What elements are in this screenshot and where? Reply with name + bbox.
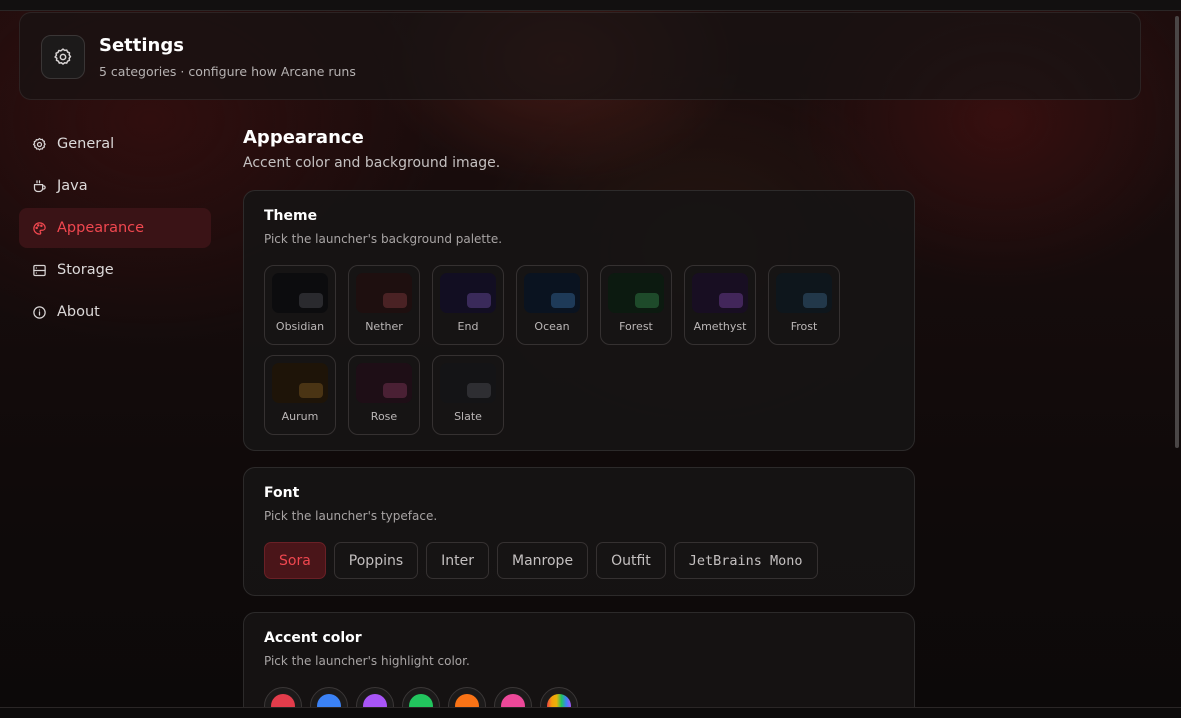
theme-option-label: Ocean [534, 320, 570, 333]
theme-option-nether[interactable]: Nether [348, 265, 420, 345]
window-top-bar [0, 0, 1181, 11]
coffee-cup-icon [31, 178, 47, 194]
gear-icon [31, 136, 47, 152]
scrollbar-thumb[interactable] [1175, 16, 1179, 448]
theme-option-forest[interactable]: Forest [600, 265, 672, 345]
theme-option-slate[interactable]: Slate [432, 355, 504, 435]
card-title: Theme [264, 208, 318, 224]
theme-option-label: End [457, 320, 479, 333]
sidebar-item-label: Storage [57, 262, 114, 278]
theme-option-label: Nether [365, 320, 403, 333]
theme-option-rose[interactable]: Rose [348, 355, 420, 435]
theme-option-label: Obsidian [275, 320, 325, 333]
sidebar-item-label: General [57, 136, 115, 152]
page-subtitle: 5 categories · configure how Arcane runs [99, 64, 356, 79]
theme-option-amethyst[interactable]: Amethyst [684, 265, 756, 345]
theme-option-end[interactable]: End [432, 265, 504, 345]
sidebar-item-appearance[interactable]: Appearance [19, 208, 211, 248]
section-title: Appearance [243, 127, 364, 148]
window-bottom-bar [0, 707, 1181, 718]
theme-option-ocean[interactable]: Ocean [516, 265, 588, 345]
card-subtitle: Pick the launcher's typeface. [264, 509, 438, 523]
page-title: Settings [99, 35, 184, 56]
font-option-jetbrains-mono[interactable]: JetBrains Mono [673, 542, 818, 579]
font-card: Font Pick the launcher's typeface. Sora … [243, 467, 915, 596]
settings-header: Settings 5 categories · configure how Ar… [19, 12, 1141, 100]
theme-option-label: Frost [790, 320, 818, 333]
card-title: Font [264, 485, 300, 501]
section-header: Appearance Accent color and background i… [243, 124, 915, 171]
sidebar-item-storage[interactable]: Storage [19, 250, 211, 290]
font-option-inter[interactable]: Inter [426, 542, 490, 579]
font-option-sora[interactable]: Sora [264, 542, 326, 579]
font-options: Sora Poppins Inter Manrope Outfit JetBra… [264, 542, 818, 579]
hard-drive-icon [31, 262, 47, 278]
info-icon [31, 304, 47, 320]
theme-option-aurum[interactable]: Aurum [264, 355, 336, 435]
font-option-outfit[interactable]: Outfit [596, 542, 666, 579]
gear-icon [41, 35, 85, 79]
section-subtitle: Accent color and background image. [243, 155, 501, 171]
theme-card: Theme Pick the launcher's background pal… [243, 190, 915, 451]
sidebar-item-label: About [57, 304, 100, 320]
theme-option-label: Aurum [281, 410, 319, 423]
accent-color-card: Accent color Pick the launcher's highlig… [243, 612, 915, 718]
card-title: Accent color [264, 630, 362, 646]
theme-option-label: Forest [619, 320, 653, 333]
card-subtitle: Pick the launcher's highlight color. [264, 654, 470, 668]
sidebar-item-label: Java [57, 178, 88, 194]
theme-option-label: Slate [454, 410, 482, 423]
theme-option-label: Rose [370, 410, 398, 423]
theme-option-frost[interactable]: Frost [768, 265, 840, 345]
font-option-poppins[interactable]: Poppins [333, 542, 419, 579]
sidebar-item-about[interactable]: About [19, 292, 211, 332]
card-subtitle: Pick the launcher's background palette. [264, 232, 503, 246]
theme-option-obsidian[interactable]: Obsidian [264, 265, 336, 345]
sidebar-item-general[interactable]: General [19, 124, 211, 164]
page-scrollbar[interactable] [1174, 12, 1181, 707]
font-option-manrope[interactable]: Manrope [497, 542, 589, 579]
settings-sidebar: General Java Appearance Storage About [19, 124, 211, 334]
sidebar-item-java[interactable]: Java [19, 166, 211, 206]
theme-option-label: Amethyst [693, 320, 747, 333]
sidebar-item-label: Appearance [57, 220, 145, 236]
palette-icon [31, 220, 47, 236]
